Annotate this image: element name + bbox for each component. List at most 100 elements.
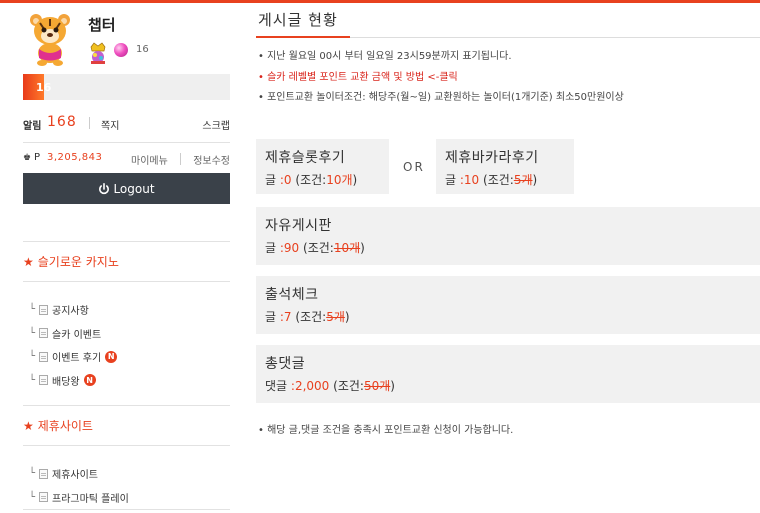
document-icon bbox=[39, 492, 48, 503]
card-stat-prefix: 댓글 bbox=[265, 379, 288, 393]
casino-menu-list: └ 공지사항 └ 슬카 이벤트 └ 이벤트 후기 N └ 배당왕 N bbox=[23, 298, 230, 392]
menu-item-label: 슬카 이벤트 bbox=[52, 329, 102, 341]
point-icon: ♚ bbox=[23, 153, 32, 163]
card-cond-prefix: (조건: bbox=[303, 241, 334, 255]
menu-item-dividend-king[interactable]: └ 배당왕 N bbox=[29, 369, 230, 393]
card-title: 출석체크 bbox=[265, 287, 319, 303]
menu-item-label: 배당왕 bbox=[52, 376, 80, 388]
card-total-comments[interactable]: 총댓글 댓글 :2,000 (조건:50개) bbox=[256, 345, 760, 403]
card-stat-prefix: 글 bbox=[265, 173, 277, 187]
level-progress-bar: 16 bbox=[23, 74, 230, 100]
logout-button[interactable]: Logout bbox=[23, 173, 230, 204]
tree-branch-icon: └ bbox=[29, 491, 36, 503]
level-crown-icon bbox=[90, 42, 106, 64]
divider bbox=[23, 509, 230, 510]
card-stat-value: :7 bbox=[279, 310, 292, 324]
page-title: 게시글 현황 bbox=[256, 3, 760, 38]
alarm-count[interactable]: 168 bbox=[47, 114, 77, 130]
nickname: 챕터 bbox=[88, 16, 116, 34]
card-title: 자유게시판 bbox=[265, 218, 332, 234]
card-cond-prefix: (조건: bbox=[483, 173, 514, 187]
card-cond-value: 10개 bbox=[326, 173, 353, 187]
or-label: OR bbox=[403, 160, 425, 174]
avatar[interactable] bbox=[25, 11, 75, 66]
footnote: • 해당 글,댓글 조건을 충족시 포인트교환 신청이 가능합니다. bbox=[258, 425, 514, 436]
card-title: 제휴슬롯후기 bbox=[265, 150, 346, 166]
card-stat-prefix: 글 bbox=[265, 241, 277, 255]
alarm-row: 알림 168 쪽지 스크랩 bbox=[23, 106, 230, 142]
mypage-link[interactable]: 마이메뉴 bbox=[131, 152, 168, 167]
tree-branch-icon: └ bbox=[29, 351, 36, 363]
notice-link-exchange[interactable]: • 슬카 레벨별 포인트 교환 금액 및 방법 <-클릭 bbox=[258, 71, 760, 92]
card-stat-value: :10 bbox=[459, 173, 480, 187]
section-casino-title[interactable]: ★ 슬기로운 카지노 bbox=[23, 253, 119, 270]
notice-item: • 지난 월요일 00시 부터 일요일 23시59분까지 표기됩니다. bbox=[258, 51, 512, 62]
page-title-text: 게시글 현황 bbox=[258, 11, 338, 29]
notice-item: • 포인트교환 놀이터조건: 해당주(월~일) 교환원하는 놀이터(1개기준) … bbox=[258, 92, 624, 103]
notice-list: • 지난 월요일 00시 부터 일요일 23시59분까지 표기됩니다. • 슬카… bbox=[256, 50, 760, 112]
menu-item-notice[interactable]: └ 공지사항 bbox=[29, 298, 230, 322]
point-row: ♚ P 3,205,843 마이메뉴 정보수정 bbox=[23, 143, 230, 173]
main-content: 게시글 현황 • 지난 월요일 00시 부터 일요일 23시59분까지 표기됩니… bbox=[256, 3, 760, 436]
card-cond-value: 10개 bbox=[333, 241, 361, 255]
card-cond-prefix: (조건: bbox=[295, 310, 327, 324]
new-badge: N bbox=[83, 374, 96, 387]
card-cond-suffix: ) bbox=[390, 379, 395, 393]
point-label: P bbox=[34, 152, 41, 163]
title-underline bbox=[256, 36, 350, 38]
level-progress-label: 16 bbox=[36, 81, 52, 94]
card-stat: 글 :0 (조건:10개) bbox=[265, 171, 380, 188]
partner-menu-list: └ 제휴사이트 └ 프라그마틱 플레이 bbox=[23, 462, 230, 509]
card-cond-value: 5개 bbox=[326, 310, 345, 324]
card-title: 제휴바카라후기 bbox=[445, 150, 539, 166]
card-title: 총댓글 bbox=[265, 356, 306, 372]
tree-branch-icon: └ bbox=[29, 374, 36, 386]
card-cond-prefix: (조건: bbox=[333, 379, 364, 393]
menu-item-event[interactable]: └ 슬카 이벤트 bbox=[29, 322, 230, 346]
info-edit-link[interactable]: 정보수정 bbox=[193, 152, 230, 167]
menu-item-pragmatic-play[interactable]: └ 프라그마틱 플레이 bbox=[29, 486, 230, 510]
menu-item-event-review[interactable]: └ 이벤트 후기 N bbox=[29, 345, 230, 369]
card-cond-value: 50개 bbox=[363, 379, 391, 393]
card-stat-prefix: 글 bbox=[265, 310, 277, 324]
tree-branch-icon: └ bbox=[29, 304, 36, 316]
divider bbox=[89, 117, 90, 129]
level-number: 16 bbox=[136, 44, 149, 55]
document-icon bbox=[39, 328, 48, 339]
tree-branch-icon: └ bbox=[29, 327, 36, 339]
card-stat: 댓글 :2,000 (조건:50개) bbox=[265, 377, 751, 394]
sidebar: 챕터 16 16 알림 168 쪽지 스크랩 ♚ P 3,205,843 마이메… bbox=[23, 3, 230, 509]
tree-branch-icon: └ bbox=[29, 468, 36, 480]
menu-item-label: 공지사항 bbox=[52, 306, 89, 318]
menu-item-label: 제휴사이트 bbox=[52, 470, 98, 482]
star-icon: ★ bbox=[23, 419, 34, 433]
card-slot-review[interactable]: 제휴슬롯후기 글 :0 (조건:10개) bbox=[256, 139, 389, 194]
card-stat-prefix: 글 bbox=[445, 173, 457, 187]
card-cond-suffix: ) bbox=[360, 241, 365, 255]
section-casino-header: ★ 슬기로운 카지노 bbox=[23, 241, 230, 282]
document-icon bbox=[39, 468, 48, 479]
section-partner-label: 제휴사이트 bbox=[37, 419, 93, 433]
divider bbox=[180, 153, 181, 165]
card-cond-prefix: (조건: bbox=[295, 173, 327, 187]
card-stat-value: :0 bbox=[279, 173, 292, 187]
menu-item-partner-site[interactable]: └ 제휴사이트 bbox=[29, 462, 230, 486]
section-partner-title[interactable]: ★ 제휴사이트 bbox=[23, 417, 93, 434]
card-stat-value: :90 bbox=[279, 241, 300, 255]
scrap-link[interactable]: 스크랩 bbox=[202, 117, 230, 132]
document-icon bbox=[39, 375, 48, 386]
logout-label: Logout bbox=[113, 181, 155, 196]
card-stat-value: :2,000 bbox=[290, 379, 330, 393]
power-icon bbox=[99, 182, 110, 194]
card-baccarat-review[interactable]: 제휴바카라후기 글 :10 (조건:5개) bbox=[436, 139, 574, 194]
card-free-board[interactable]: 자유게시판 글 :90 (조건:10개) bbox=[256, 207, 760, 265]
section-partner-header: ★ 제휴사이트 bbox=[23, 405, 230, 446]
alarm-label: 알림 bbox=[23, 121, 42, 132]
card-attendance[interactable]: 출석체크 글 :7 (조건:5개) bbox=[256, 276, 760, 334]
gem-icon bbox=[114, 43, 128, 57]
menu-item-label: 이벤트 후기 bbox=[52, 353, 102, 365]
card-cond-suffix: ) bbox=[344, 310, 350, 324]
memo-link[interactable]: 쪽지 bbox=[101, 117, 119, 132]
card-stat: 글 :90 (조건:10개) bbox=[265, 239, 751, 256]
new-badge: N bbox=[105, 350, 118, 363]
